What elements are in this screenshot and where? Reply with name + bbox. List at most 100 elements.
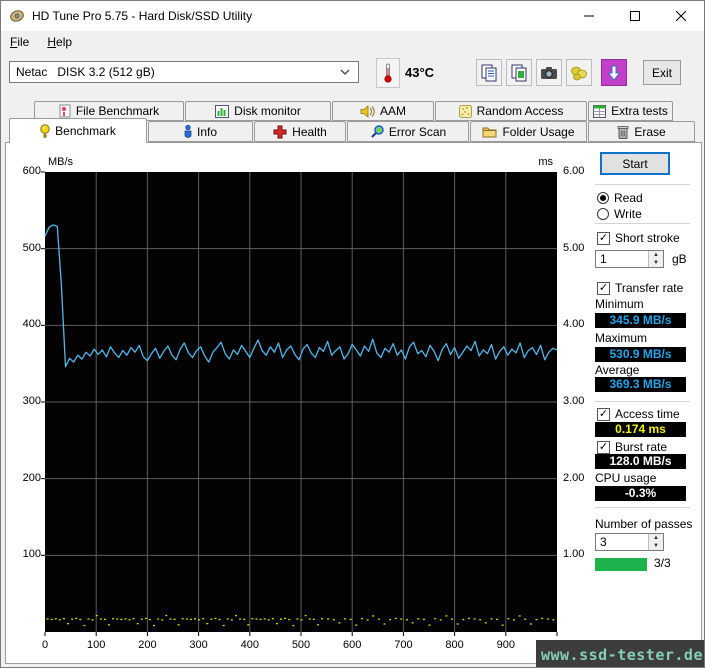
tick-label: 4.00 [563, 318, 584, 330]
passes-label: Number of passes [595, 517, 692, 531]
separator [595, 184, 690, 185]
temperature-value: 43°C [405, 65, 434, 80]
read-radio[interactable]: Read [597, 191, 643, 205]
tab-label: Random Access [477, 104, 564, 118]
tick-label: 100 [8, 548, 41, 560]
copy-text-button[interactable] [476, 59, 502, 86]
tick-label: 600 [8, 165, 41, 177]
checkbox-checked-icon: ✓ [597, 408, 610, 421]
export-button[interactable] [566, 59, 592, 86]
drive-selector-dropdown[interactable]: Netac DISK 3.2 (512 gB) [9, 61, 359, 83]
extra-tests-icon [593, 105, 606, 118]
download-arrow-icon [607, 65, 621, 81]
tick-label: 500 [8, 242, 41, 254]
tick-label: 2.00 [563, 472, 584, 484]
short-stroke-size-spinner[interactable]: 1 ▲▼ [595, 250, 664, 268]
tab-label: Benchmark [55, 124, 116, 138]
tab-label: File Benchmark [76, 104, 159, 118]
checkbox-checked-icon: ✓ [597, 441, 610, 454]
menu-help[interactable]: Help [38, 32, 81, 52]
cpu-usage-label: CPU usage [595, 471, 656, 485]
close-button[interactable] [658, 1, 704, 31]
tab-disk-monitor[interactable]: Disk monitor [185, 101, 331, 121]
aam-icon [360, 105, 375, 118]
benchmark-icon [40, 124, 50, 139]
exit-button[interactable]: Exit [643, 60, 681, 85]
tab-label: Erase [634, 125, 665, 139]
short-stroke-checkbox[interactable]: ✓ Short stroke [597, 231, 680, 245]
tab-label: Disk monitor [234, 104, 301, 118]
spinner-arrows-icon[interactable]: ▲▼ [648, 251, 663, 267]
tab-erase[interactable]: Erase [588, 121, 695, 142]
passes-spinner[interactable]: 3 ▲▼ [595, 533, 664, 551]
average-value: 369.3 MB/s [595, 377, 686, 392]
minimize-icon [584, 11, 594, 21]
separator [595, 401, 690, 402]
start-button[interactable]: Start [600, 152, 670, 175]
tick-label: 900 [476, 639, 536, 651]
tick-label: 5.00 [563, 242, 584, 254]
access-time-value: 0.174 ms [595, 422, 686, 437]
app-icon [9, 8, 25, 24]
checkbox-checked-icon: ✓ [597, 282, 610, 295]
write-label: Write [614, 207, 642, 221]
tab-health[interactable]: Health [254, 121, 346, 142]
copy-image-button[interactable] [506, 59, 532, 86]
thermometer-icon [383, 62, 393, 84]
maximize-icon [630, 11, 640, 21]
tick-label: 1.00 [563, 548, 584, 560]
passes-progress-bar [595, 558, 647, 571]
tab-random-access[interactable]: Random Access [435, 101, 587, 121]
checkbox-checked-icon: ✓ [597, 232, 610, 245]
tick-label: 200 [8, 472, 41, 484]
maximize-button[interactable] [612, 1, 658, 31]
tab-label: Health [292, 125, 327, 139]
benchmark-chart [40, 167, 562, 637]
erase-icon [617, 125, 629, 139]
tab-label: Error Scan [389, 125, 446, 139]
temperature-button[interactable] [376, 58, 400, 88]
folder-usage-icon [482, 125, 497, 138]
radio-selected-icon [597, 192, 609, 204]
window-title: HD Tune Pro 5.75 - Hard Disk/SSD Utility [32, 9, 566, 23]
transfer-rate-label: Transfer rate [615, 281, 683, 295]
tab-benchmark[interactable]: Benchmark [9, 118, 147, 143]
random-access-icon [459, 105, 472, 118]
short-stroke-value: 1 [596, 252, 648, 266]
spinner-arrows-icon[interactable]: ▲▼ [648, 534, 663, 550]
write-radio[interactable]: Write [597, 207, 642, 221]
burst-rate-checkbox[interactable]: ✓ Burst rate [597, 440, 667, 454]
health-icon [273, 125, 287, 139]
tab-error-scan[interactable]: Error Scan [347, 121, 469, 142]
tab-label: Folder Usage [502, 125, 574, 139]
radio-unselected-icon [597, 208, 609, 220]
camera-icon [540, 66, 558, 80]
screenshot-button[interactable] [536, 59, 562, 86]
close-icon [676, 11, 686, 21]
short-stroke-unit: gB [672, 252, 687, 266]
minimize-button[interactable] [566, 1, 612, 31]
disk-monitor-icon [215, 105, 229, 118]
tab-folder-usage[interactable]: Folder Usage [470, 121, 587, 142]
access-time-checkbox[interactable]: ✓ Access time [597, 407, 680, 421]
file-benchmark-icon [59, 104, 71, 118]
app-window: HD Tune Pro 5.75 - Hard Disk/SSD Utility… [0, 0, 705, 668]
separator [595, 223, 690, 224]
drive-selector-value: Netac DISK 3.2 (512 gB) [10, 65, 340, 79]
tab-extra-tests[interactable]: Extra tests [588, 101, 673, 121]
toolbar: Netac DISK 3.2 (512 gB) 43°C [1, 53, 704, 95]
minimum-label: Minimum [595, 297, 644, 311]
transfer-rate-checkbox[interactable]: ✓ Transfer rate [597, 281, 683, 295]
minimum-value: 345.9 MB/s [595, 313, 686, 328]
chevron-down-icon [340, 69, 350, 75]
tab-info[interactable]: Info [148, 121, 253, 142]
tab-aam[interactable]: AAM [332, 101, 434, 121]
average-label: Average [595, 363, 639, 377]
download-button[interactable] [601, 59, 627, 86]
access-time-label: Access time [615, 407, 680, 421]
menu-file[interactable]: File [1, 32, 38, 52]
tick-label: 6.00 [563, 165, 584, 177]
tab-label: AAM [380, 104, 406, 118]
watermark: www.ssd-tester.de [536, 640, 705, 668]
burst-rate-label: Burst rate [615, 440, 667, 454]
